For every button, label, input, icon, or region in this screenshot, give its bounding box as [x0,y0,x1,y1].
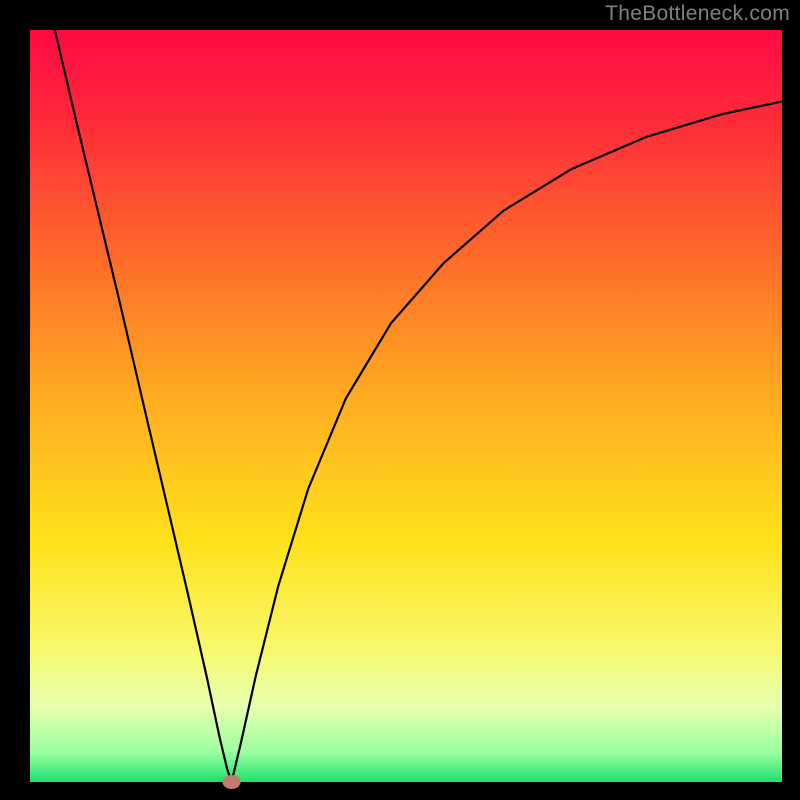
minimum-marker [223,775,241,789]
chart-svg [0,0,800,800]
watermark-text: TheBottleneck.com [605,2,790,26]
chart-root: TheBottleneck.com [0,0,800,800]
